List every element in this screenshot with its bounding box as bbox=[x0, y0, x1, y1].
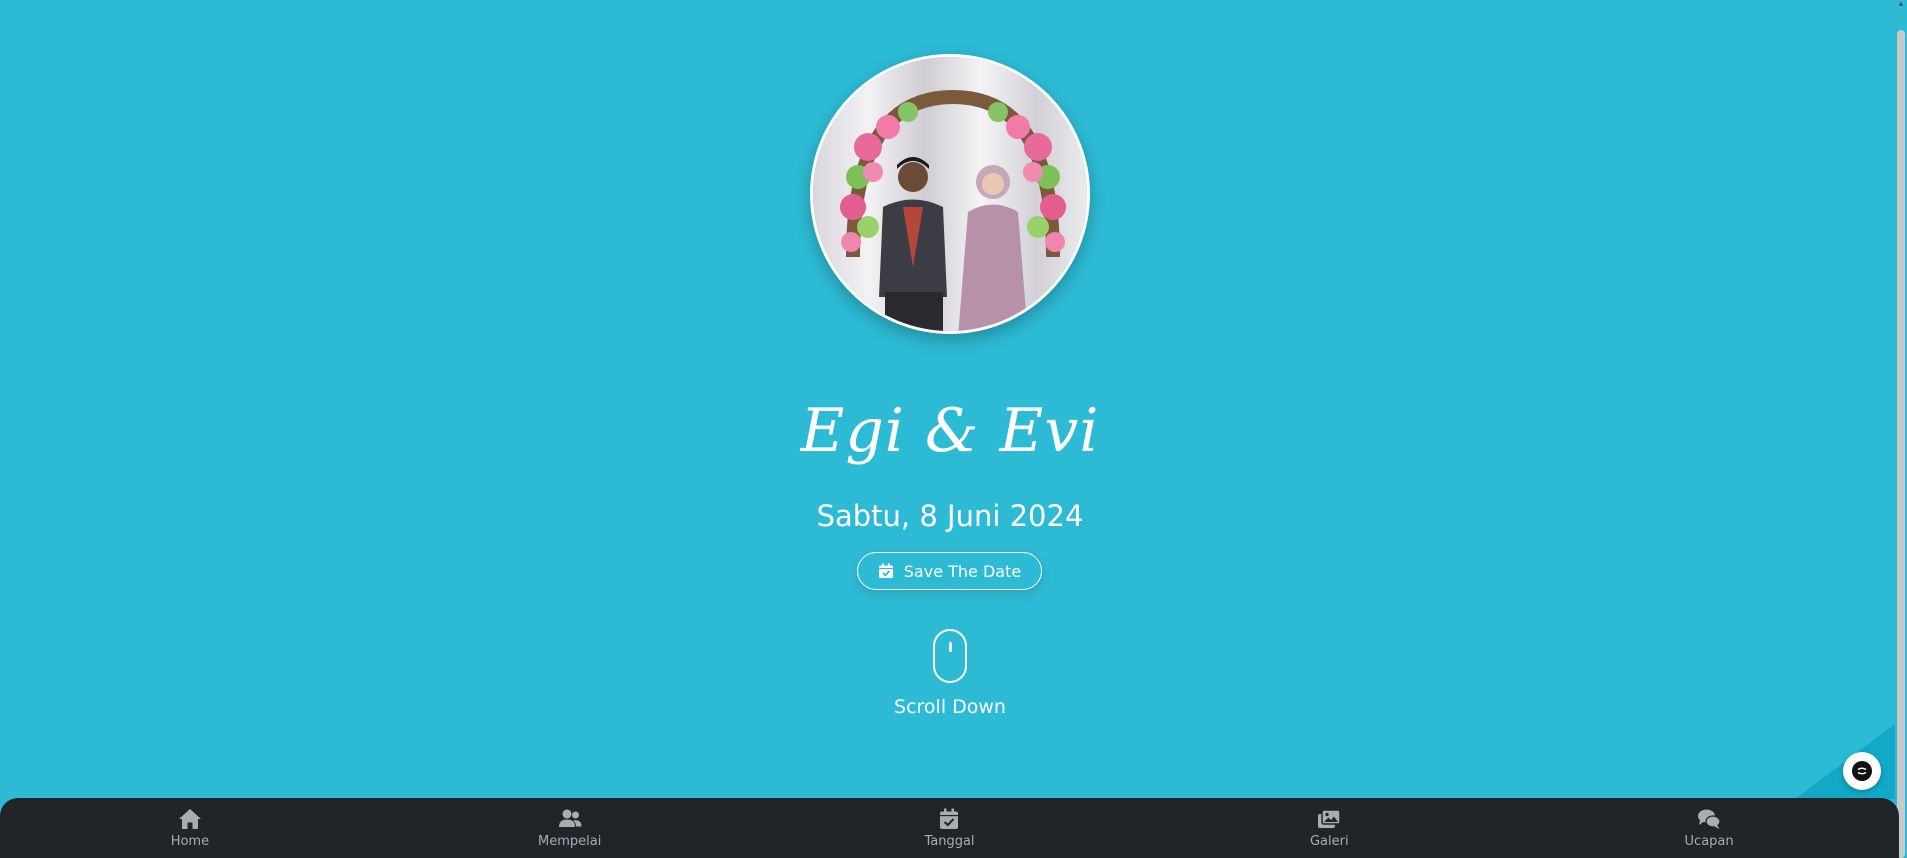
comments-icon bbox=[1698, 809, 1721, 829]
decorative-mark: ᵕ bbox=[882, 0, 892, 3]
scroll-up-arrow-icon[interactable]: ▲ bbox=[1897, 0, 1905, 8]
calendar-check-icon bbox=[940, 808, 959, 829]
music-toggle-button[interactable] bbox=[1843, 752, 1881, 790]
images-icon bbox=[1318, 809, 1342, 828]
mouse-scroll-icon bbox=[933, 629, 967, 683]
couple-photo bbox=[810, 54, 1090, 334]
save-the-date-label: Save The Date bbox=[903, 561, 1022, 581]
nav-item-galeri[interactable]: Galeri bbox=[1139, 798, 1519, 858]
nav-label: Mempelai bbox=[538, 834, 602, 849]
scrollbar-thumb[interactable] bbox=[1897, 30, 1905, 858]
calendar-check-icon bbox=[878, 563, 893, 578]
nav-item-home[interactable]: Home bbox=[0, 798, 380, 858]
nav-item-ucapan[interactable]: Ucapan bbox=[1519, 798, 1899, 858]
home-icon bbox=[178, 809, 201, 829]
couple-names: Egi & Evi bbox=[800, 396, 1100, 466]
save-the-date-button[interactable]: Save The Date bbox=[857, 552, 1042, 590]
users-icon bbox=[558, 809, 582, 827]
scroll-down-label: Scroll Down bbox=[894, 696, 1006, 718]
event-date: Sabtu, 8 Juni 2024 bbox=[816, 499, 1084, 533]
nav-item-tanggal[interactable]: Tanggal bbox=[760, 798, 1140, 858]
nav-label: Ucapan bbox=[1684, 834, 1734, 849]
invitation-page: ᵕ bbox=[0, 0, 1907, 858]
nav-label: Home bbox=[170, 834, 210, 849]
music-disc-icon bbox=[1852, 761, 1872, 781]
page-scrollbar[interactable]: ▲ bbox=[1895, 0, 1907, 858]
nav-label: Galeri bbox=[1309, 834, 1349, 849]
bottom-navigation: Home Mempelai Tanggal Galeri Ucapan bbox=[0, 798, 1899, 858]
nav-label: Tanggal bbox=[924, 834, 975, 849]
couple-photo-image bbox=[813, 57, 1087, 331]
nav-item-mempelai[interactable]: Mempelai bbox=[380, 798, 760, 858]
